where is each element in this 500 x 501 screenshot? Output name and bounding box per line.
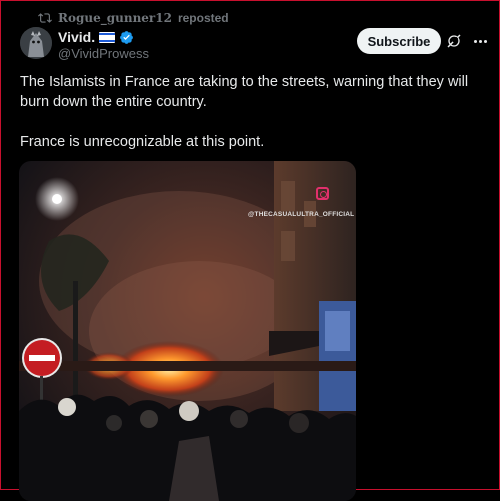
author-display-name[interactable]: Vivid. <box>58 29 95 45</box>
instagram-icon <box>316 187 329 200</box>
grok-icon[interactable] <box>446 33 462 49</box>
verified-badge-icon <box>120 30 134 44</box>
repost-indicator[interactable]: Rogue_gunner12 reposted <box>38 10 229 26</box>
avatar-image <box>20 27 52 59</box>
author-handle[interactable]: @VividProwess <box>58 46 149 61</box>
repost-user[interactable]: Rogue_gunner12 <box>58 11 172 25</box>
israel-flag-icon <box>99 31 116 43</box>
subscribe-button[interactable]: Subscribe <box>357 28 441 54</box>
tweet-text: The Islamists in France are taking to th… <box>20 74 469 150</box>
media-watermark: @THECASUALULTRA_OFFICIAL <box>248 211 355 218</box>
more-options-icon[interactable] <box>470 33 490 49</box>
author-name-row[interactable]: Vivid. <box>58 29 134 45</box>
repost-icon <box>38 13 52 23</box>
repost-suffix: reposted <box>177 11 229 25</box>
avatar[interactable] <box>20 27 52 59</box>
